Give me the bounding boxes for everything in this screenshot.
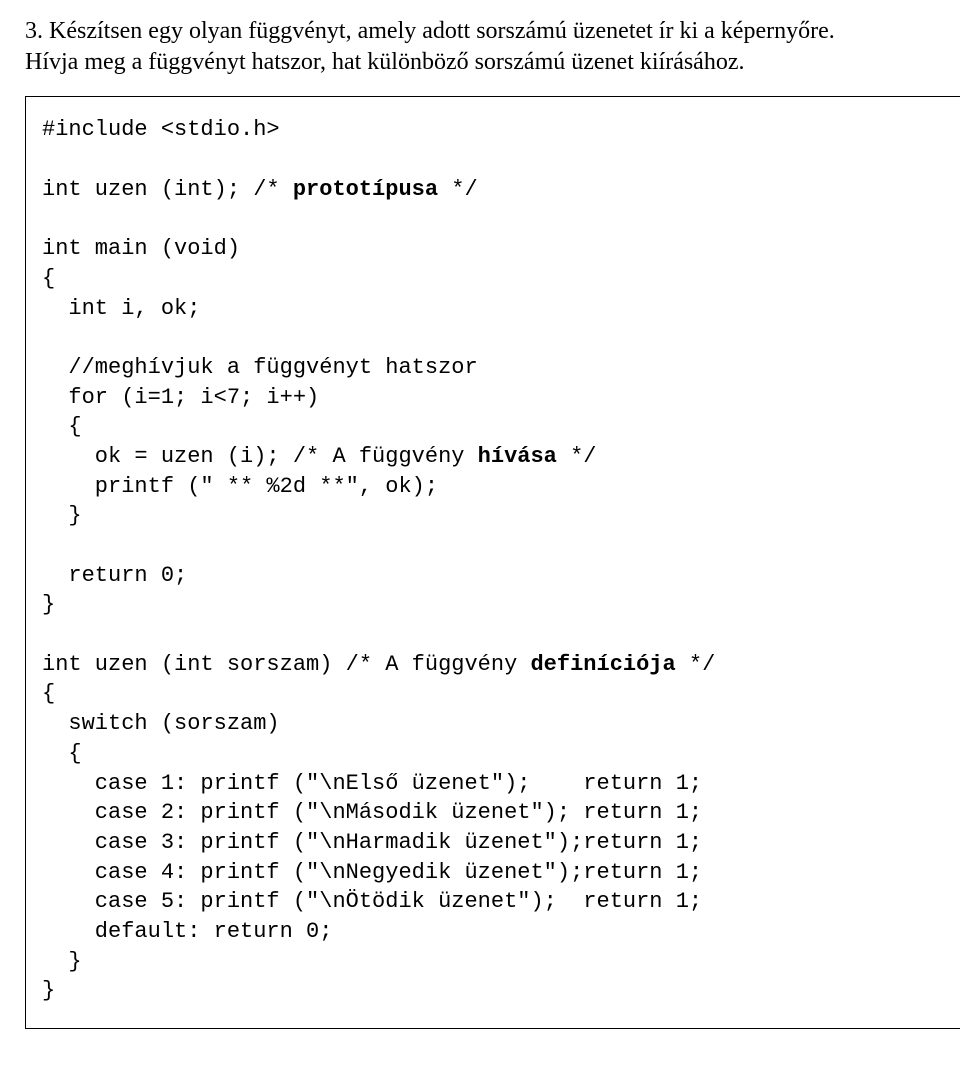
exercise-prompt: 3. Készítsen egy olyan függvényt, amely … — [25, 16, 960, 78]
code-line: case 3: printf ("\nHarmadik üzenet");ret… — [42, 830, 702, 855]
code-line: return 0; — [42, 563, 187, 588]
code-line: int main (void) — [42, 236, 240, 261]
code-bold: hívása — [478, 444, 557, 469]
code-line: } — [42, 978, 55, 1003]
code-line: } — [42, 949, 82, 974]
code-line: int uzen (int); /* — [42, 177, 293, 202]
code-line: case 5: printf ("\nÖtödik üzenet"); retu… — [42, 889, 702, 914]
code-bold: prototípusa — [293, 177, 438, 202]
code-bold: definíciója — [530, 652, 675, 677]
code-line: #include <stdio.h> — [42, 117, 280, 142]
code-line: case 2: printf ("\nMásodik üzenet"); ret… — [42, 800, 702, 825]
code-line: } — [42, 503, 82, 528]
code-line: ok = uzen (i); /* A függvény — [42, 444, 478, 469]
code-line: int uzen (int sorszam) /* A függvény — [42, 652, 530, 677]
code-line: case 4: printf ("\nNegyedik üzenet");ret… — [42, 860, 702, 885]
code-line: case 1: printf ("\nElső üzenet"); return… — [42, 771, 702, 796]
code-line: default: return 0; — [42, 919, 332, 944]
code-line: for (i=1; i<7; i++) — [42, 385, 319, 410]
code-listing: #include <stdio.h> int uzen (int); /* pr… — [25, 96, 960, 1029]
code-line: switch (sorszam) — [42, 711, 280, 736]
code-line: { — [42, 741, 82, 766]
code-line: printf (" ** %2d **", ok); — [42, 474, 438, 499]
code-line: } — [42, 592, 55, 617]
code-line: int i, ok; — [42, 296, 200, 321]
code-line: { — [42, 681, 55, 706]
code-line: //meghívjuk a függvényt hatszor — [42, 355, 478, 380]
prompt-line-2: Hívja meg a függvényt hatszor, hat külön… — [25, 49, 744, 75]
code-line: */ — [676, 652, 716, 677]
code-line: */ — [557, 444, 597, 469]
prompt-line-1: 3. Készítsen egy olyan függvényt, amely … — [25, 18, 835, 44]
code-line: { — [42, 266, 55, 291]
code-line: */ — [438, 177, 478, 202]
code-line: { — [42, 414, 82, 439]
